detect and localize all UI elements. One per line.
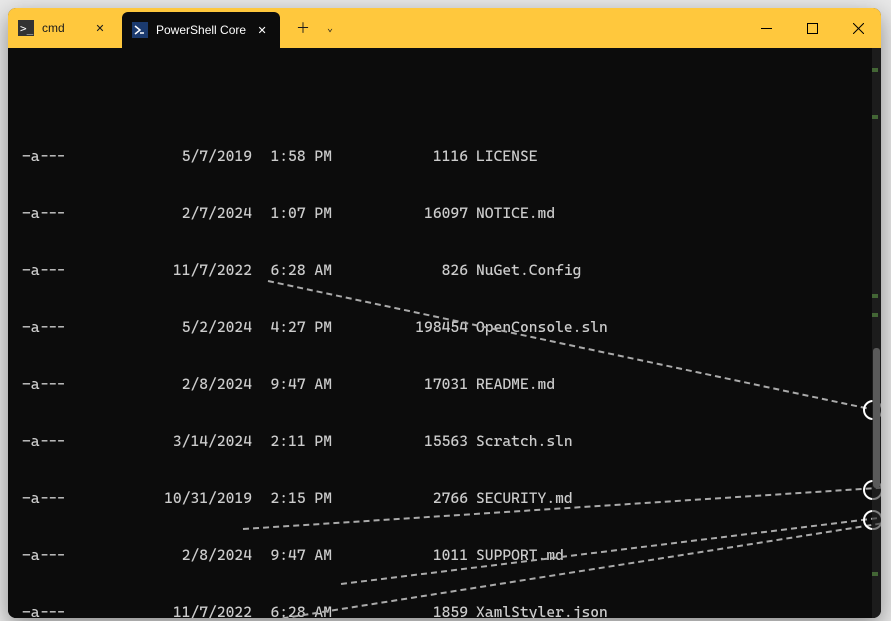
list-item: -a---5/7/20191:58 PM1116LICENSE bbox=[22, 147, 873, 166]
tab-label: PowerShell Core bbox=[156, 23, 246, 37]
list-item: -a---2/8/20249:47 AM17031README.md bbox=[22, 375, 873, 394]
tab-label: cmd bbox=[42, 21, 84, 35]
new-tab-button[interactable]: ＋ bbox=[286, 8, 320, 48]
list-item: -a---11/7/20226:28 AM1859XamlStyler.json bbox=[22, 603, 873, 618]
window: >_ cmd ✕ PowerShell Core ✕ ＋ ⌄ -a---5/ bbox=[8, 8, 881, 618]
powershell-icon bbox=[132, 22, 148, 38]
close-button[interactable] bbox=[835, 8, 881, 48]
tabs-strip: >_ cmd ✕ PowerShell Core ✕ ＋ ⌄ bbox=[8, 8, 743, 48]
maximize-button[interactable] bbox=[789, 8, 835, 48]
close-icon[interactable]: ✕ bbox=[92, 20, 108, 36]
cmd-icon: >_ bbox=[18, 20, 34, 36]
close-icon[interactable]: ✕ bbox=[254, 22, 270, 38]
terminal-viewport[interactable]: -a---5/7/20191:58 PM1116LICENSE -a---2/7… bbox=[8, 48, 881, 618]
list-item: -a---2/8/20249:47 AM1011SUPPORT.md bbox=[22, 546, 873, 565]
window-controls bbox=[743, 8, 881, 48]
list-item: -a---5/2/20244:27 PM198454OpenConsole.sl… bbox=[22, 318, 873, 337]
minimize-button[interactable] bbox=[743, 8, 789, 48]
file-listing: -a---5/7/20191:58 PM1116LICENSE -a---2/7… bbox=[22, 109, 873, 618]
list-item: -a---3/14/20242:11 PM15563Scratch.sln bbox=[22, 432, 873, 451]
scrollbar[interactable] bbox=[872, 48, 881, 618]
tab-cmd[interactable]: >_ cmd ✕ bbox=[8, 8, 118, 48]
tab-dropdown-icon[interactable]: ⌄ bbox=[320, 8, 340, 48]
list-item: -a---2/7/20241:07 PM16097NOTICE.md bbox=[22, 204, 873, 223]
list-item: -a---11/7/20226:28 AM826NuGet.Config bbox=[22, 261, 873, 280]
scrollbar-thumb[interactable] bbox=[873, 348, 880, 488]
titlebar[interactable]: >_ cmd ✕ PowerShell Core ✕ ＋ ⌄ bbox=[8, 8, 881, 48]
svg-text:>_: >_ bbox=[20, 22, 34, 35]
list-item: -a---10/31/20192:15 PM2766SECURITY.md bbox=[22, 489, 873, 508]
tab-powershell[interactable]: PowerShell Core ✕ bbox=[122, 12, 280, 48]
